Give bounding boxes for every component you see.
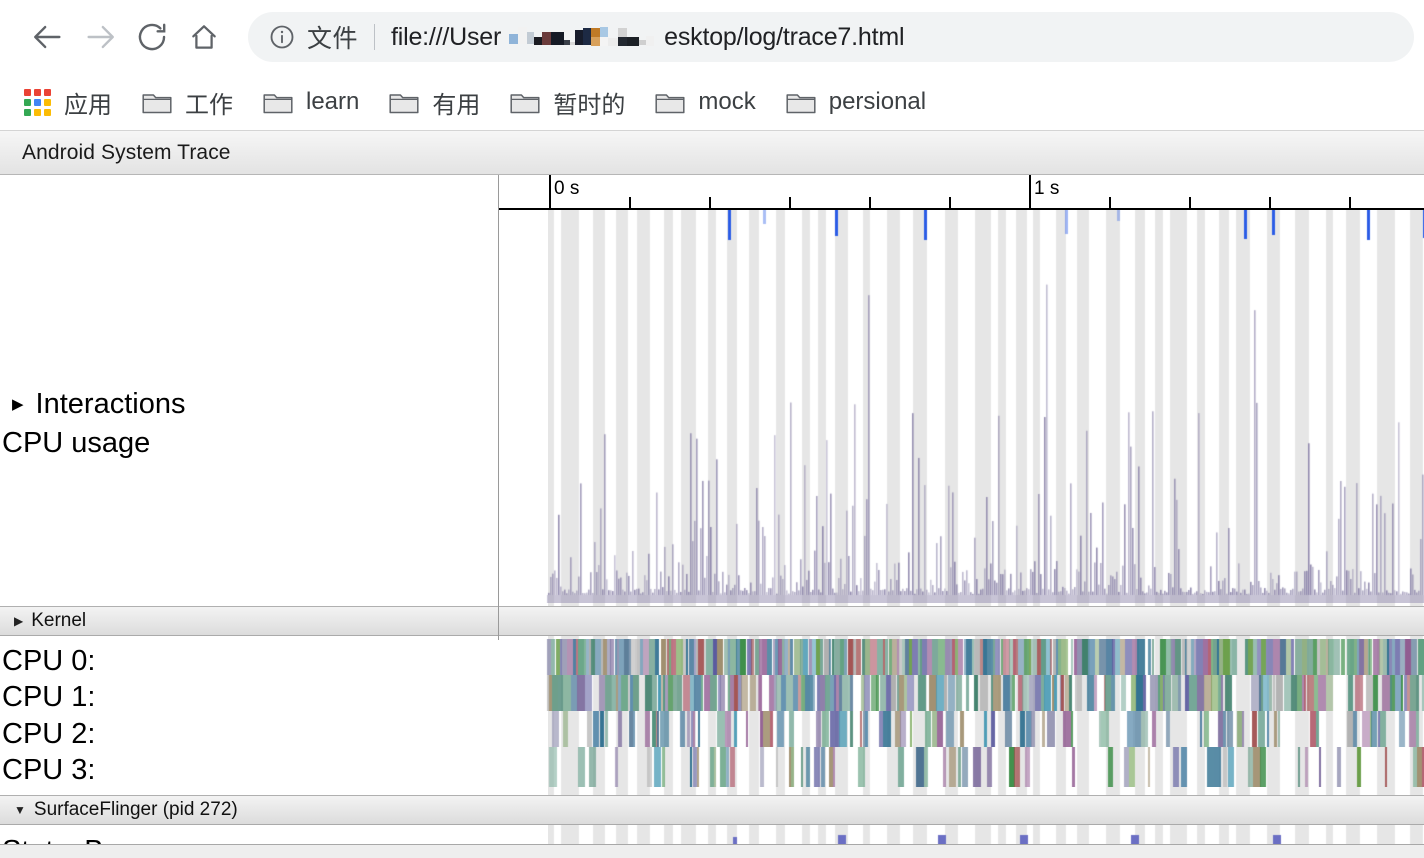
bookmark-label: 应用 (64, 91, 112, 119)
chevron-down-icon: ▼ (14, 803, 26, 817)
omnibox-divider (374, 24, 376, 50)
folder-icon (142, 94, 172, 114)
url-prefix: file:///User (391, 22, 502, 51)
ruler-tick-minor (1109, 197, 1111, 208)
bookmark-folder-5[interactable]: mock (655, 82, 769, 122)
group-label: Kernel (31, 610, 87, 631)
time-ruler[interactable]: 0 s 1 s (498, 175, 1424, 210)
forward-button[interactable] (74, 11, 126, 63)
security-label: 文件 (307, 25, 359, 53)
ruler-tick-minor (709, 197, 711, 208)
group-label: SurfaceFlinger (pid 272) (33, 799, 238, 820)
bookmarks-bar: 应用 工作 learn 有用 暂时的 mock persional (0, 74, 1424, 130)
trace-title-bar: Android System Trace (0, 131, 1424, 175)
bookmark-label: 有用 (432, 91, 481, 119)
bookmark-folder-2[interactable]: learn (263, 82, 373, 122)
bookmark-folder-6[interactable]: persional (786, 82, 940, 122)
info-circle-icon[interactable] (268, 23, 296, 51)
ruler-label-1: 1 s (1034, 178, 1060, 199)
track-label-cpu-3: CPU 3: (2, 754, 96, 786)
navigation-toolbar: 文件 file:///User esktop/log/trace7.html (0, 0, 1424, 74)
bookmark-label: 工作 (185, 91, 233, 119)
group-surfaceflinger[interactable]: ▼ SurfaceFlinger (pid 272) (0, 795, 1424, 825)
folder-icon (786, 94, 816, 114)
arrow-right-icon (87, 25, 114, 49)
bookmark-label: persional (828, 88, 927, 115)
home-icon (192, 25, 216, 49)
bookmark-label: learn (306, 88, 360, 115)
group-label: Interactions (35, 388, 186, 420)
group-interactions[interactable]: ▶ Interactions (12, 388, 185, 421)
trace-viewer: Android System Trace 0 s 1 s ▶ Interacti… (0, 130, 1424, 858)
track-label-cpu-0: CPU 0: (2, 645, 96, 677)
ruler-tick-minor (1189, 197, 1191, 208)
ruler-tick-minor (949, 197, 951, 208)
ruler-tick-minor (789, 197, 791, 208)
folder-icon (510, 94, 540, 114)
track-label-cpu-usage: CPU usage (2, 427, 151, 459)
timeline-body[interactable]: 0 s 1 s ▶ Interactions CPU usage ▶ Kerne… (0, 175, 1424, 858)
bookmark-folder-1[interactable]: 工作 (142, 82, 247, 122)
ruler-tick-minor (1269, 197, 1271, 208)
gutter-divider (498, 175, 499, 640)
folder-icon (655, 94, 685, 114)
track-cpu-usage[interactable] (499, 250, 1424, 603)
ruler-tick-minor (1349, 197, 1351, 208)
address-bar[interactable]: 文件 file:///User esktop/log/trace7.html (248, 12, 1414, 62)
bookmark-label: mock (698, 88, 756, 115)
back-button[interactable] (22, 11, 74, 63)
browser-chrome: 文件 file:///User esktop/log/trace7.html 应… (0, 0, 1424, 130)
track-label-cpu-2: CPU 2: (2, 718, 96, 750)
track-cpu-1[interactable] (499, 675, 1424, 711)
track-cpu-3[interactable] (499, 747, 1424, 787)
folder-icon (263, 94, 293, 114)
bottom-status-strip (0, 844, 1424, 858)
apps-grid-icon (24, 88, 51, 116)
chevron-right-icon: ▶ (12, 396, 24, 413)
ruler-tick-minor (629, 197, 631, 208)
bookmark-label: 暂时的 (553, 91, 626, 119)
track-cpu-2[interactable] (499, 711, 1424, 747)
reload-button[interactable] (126, 11, 178, 63)
folder-icon (389, 94, 419, 114)
track-label-cpu-1: CPU 1: (2, 681, 96, 713)
url-suffix: esktop/log/trace7.html (664, 22, 905, 51)
ruler-tick-minor (869, 197, 871, 208)
bookmark-folder-3[interactable]: 有用 (389, 82, 494, 122)
chevron-right-icon: ▶ (14, 614, 24, 628)
reload-icon (138, 23, 166, 51)
track-interactions[interactable] (499, 210, 1424, 250)
url-redaction-mosaic (505, 20, 660, 54)
ruler-label-0: 0 s (554, 178, 580, 199)
group-kernel[interactable]: ▶ Kernel (0, 606, 1424, 636)
bookmark-folder-4[interactable]: 暂时的 (510, 82, 639, 122)
home-button[interactable] (178, 11, 230, 63)
arrow-left-icon (34, 25, 61, 49)
track-cpu-0[interactable] (499, 639, 1424, 675)
bookmark-apps[interactable]: 应用 (24, 82, 126, 122)
page-title: Android System Trace (22, 140, 231, 164)
